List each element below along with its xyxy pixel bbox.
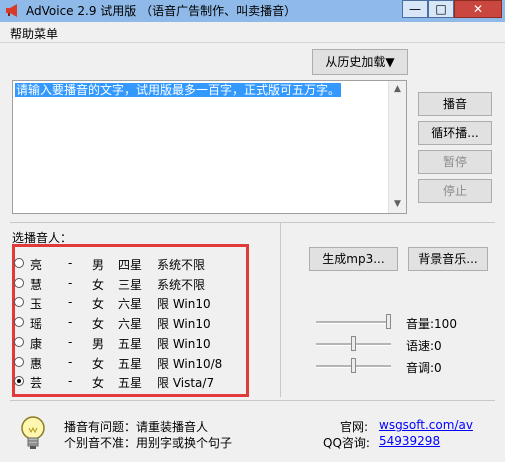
scroll-down-icon[interactable]: ▼ <box>389 196 406 213</box>
voice-stars: 六星 <box>118 317 143 331</box>
voice-name: 惠 <box>30 357 43 371</box>
menu-help[interactable]: 帮助菜单 <box>10 25 58 42</box>
slider-thumb[interactable] <box>386 314 391 329</box>
title-bar: AdVoice 2.9 试用版 （语音广告制作、叫卖播音） — □ ✕ <box>0 0 505 23</box>
voice-gender: 女 <box>92 297 105 311</box>
voice-dash: - <box>68 335 73 349</box>
qq-link[interactable]: 54939298 <box>379 434 440 448</box>
voice-gender: 女 <box>92 317 105 331</box>
stop-button[interactable]: 停止 <box>418 179 492 203</box>
speed-label: 语速:0 <box>406 339 442 353</box>
voice-stars: 五星 <box>118 357 143 371</box>
vertical-divider <box>280 222 281 397</box>
website-label: 官网: <box>340 420 369 434</box>
voice-requirement: 限 Win10/8 <box>157 357 223 371</box>
app-window: AdVoice 2.9 试用版 （语音广告制作、叫卖播音） — □ ✕ 帮助菜单… <box>0 0 505 462</box>
voice-gender: 女 <box>92 376 105 390</box>
volume-label: 音量:100 <box>406 317 457 331</box>
radio-button-selected[interactable] <box>14 376 24 386</box>
voice-stars: 四星 <box>118 258 143 272</box>
radio-button[interactable] <box>14 258 24 268</box>
generate-mp3-button[interactable]: 生成mp3... <box>309 247 398 271</box>
voice-requirement: 限 Vista/7 <box>157 376 215 390</box>
radio-button[interactable] <box>14 357 24 367</box>
voice-gender: 女 <box>92 278 105 292</box>
voice-requirement: 限 Win10 <box>157 317 211 331</box>
radio-button[interactable] <box>14 297 24 307</box>
voice-dash: - <box>68 355 73 369</box>
pitch-slider[interactable] <box>316 356 391 376</box>
input-text: 请输入要播音的文字，试用版最多一百字，正式版可五万字。 <box>15 83 342 97</box>
section-divider <box>10 222 495 223</box>
slider-thumb[interactable] <box>351 336 356 351</box>
website-link[interactable]: wsgsoft.com/av <box>379 418 473 432</box>
text-input[interactable]: 请输入要播音的文字，试用版最多一百字，正式版可五万字。 ▲ ▼ <box>12 80 407 214</box>
close-button[interactable]: ✕ <box>454 0 502 18</box>
voice-dash: - <box>68 276 73 290</box>
lightbulb-icon <box>21 416 45 449</box>
voice-requirement: 系统不限 <box>157 278 206 292</box>
slider-track <box>316 321 391 324</box>
menu-bar: 帮助菜单 <box>0 22 505 43</box>
voice-name: 亮 <box>30 258 43 272</box>
tip-line-2: 个别音不准：用别字或换个句子 <box>64 436 233 450</box>
voice-stars: 六星 <box>118 297 143 311</box>
speed-slider[interactable] <box>316 334 391 354</box>
minimize-button[interactable]: — <box>402 0 428 18</box>
scroll-up-icon[interactable]: ▲ <box>389 81 406 98</box>
volume-slider[interactable] <box>316 312 391 332</box>
voice-dash: - <box>68 295 73 309</box>
voice-requirement: 限 Win10 <box>157 297 211 311</box>
radio-button[interactable] <box>14 337 24 347</box>
radio-button[interactable] <box>14 317 24 327</box>
voice-gender: 女 <box>92 357 105 371</box>
voice-name: 玉 <box>30 297 43 311</box>
voice-gender: 男 <box>92 337 105 351</box>
pause-button[interactable]: 暂停 <box>418 150 492 174</box>
qq-label: QQ咨询: <box>323 436 370 450</box>
voice-requirement: 系统不限 <box>157 258 206 272</box>
loop-play-button[interactable]: 循环播... <box>418 121 492 145</box>
voice-dash: - <box>68 315 73 329</box>
voice-gender: 男 <box>92 258 105 272</box>
slider-thumb[interactable] <box>351 358 356 373</box>
maximize-button[interactable]: □ <box>428 0 454 18</box>
voice-name: 芸 <box>30 376 43 390</box>
bottom-divider <box>10 400 495 401</box>
voice-stars: 五星 <box>118 376 143 390</box>
megaphone-icon <box>6 4 17 17</box>
voice-name: 瑶 <box>30 317 43 331</box>
window-title: AdVoice 2.9 试用版 （语音广告制作、叫卖播音） <box>26 4 297 18</box>
voice-name: 慧 <box>30 278 43 292</box>
text-scrollbar[interactable]: ▲ ▼ <box>388 81 406 213</box>
load-history-button[interactable]: 从历史加载▼ <box>312 49 408 75</box>
voice-requirement: 限 Win10 <box>157 337 211 351</box>
voice-stars: 三星 <box>118 278 143 292</box>
voice-stars: 五星 <box>118 337 143 351</box>
voice-name: 康 <box>30 337 43 351</box>
voice-dash: - <box>68 256 73 270</box>
pitch-label: 音调:0 <box>406 361 442 375</box>
tip-line-1: 播音有问题：请重装播音人 <box>64 420 209 434</box>
play-button[interactable]: 播音 <box>418 92 492 116</box>
voice-dash: - <box>68 374 73 388</box>
radio-button[interactable] <box>14 278 24 288</box>
background-music-button[interactable]: 背景音乐... <box>408 247 488 271</box>
